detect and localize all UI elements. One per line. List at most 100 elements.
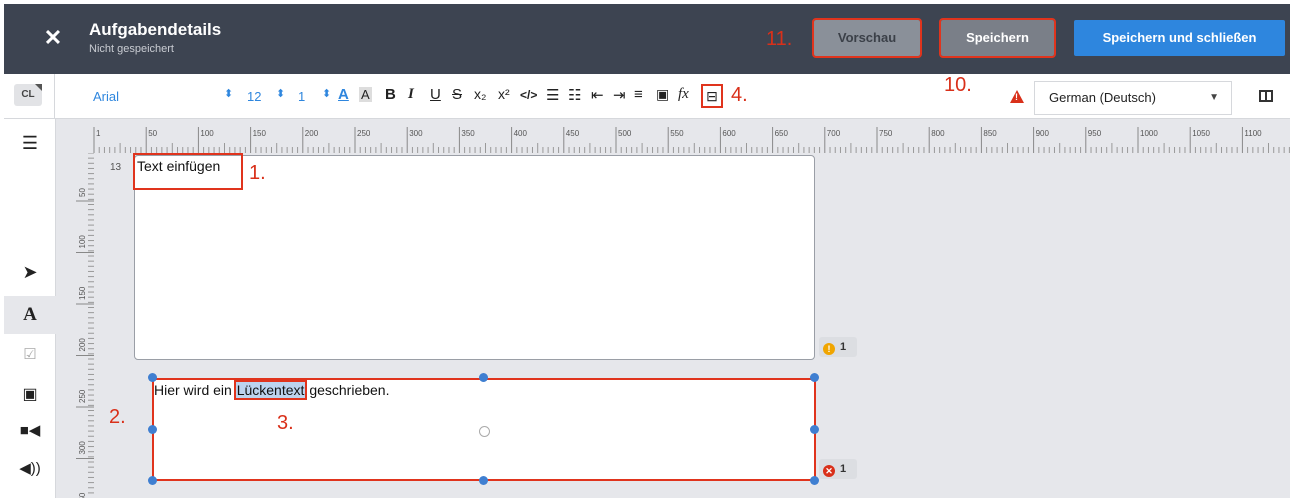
formula-icon[interactable]: fx	[678, 86, 689, 103]
resize-handle-top-right[interactable]	[810, 373, 819, 382]
bold-icon[interactable]: B	[385, 86, 396, 103]
font-family-stepper-icon[interactable]: ⬍	[224, 87, 233, 100]
code-icon[interactable]: </>	[520, 88, 537, 102]
left-ruler-scale: 50 100 150 200 250 300 350	[76, 153, 94, 498]
tool-sidebar: ☰ ➤ A ☑ ▣ ■◀ ◀))	[4, 119, 56, 498]
gap-text-sentence[interactable]: Hier wird ein Lückentext geschrieben.	[154, 380, 389, 400]
left-ruler: 50 100 150 200 250 300 350	[76, 153, 94, 498]
outdent-icon[interactable]: ⇤	[591, 86, 604, 104]
ruler-tick-label: 550	[670, 129, 684, 138]
app-frame: ✕ Aufgabendetails Nicht gespeichert 11. …	[4, 4, 1290, 498]
language-select[interactable]: German (Deutsch) ▼	[1034, 81, 1232, 115]
ruler-tick-label: 1	[96, 129, 101, 138]
image-insert-icon[interactable]: ▣	[656, 86, 669, 103]
cl-button[interactable]: CL	[14, 84, 42, 106]
save-and-close-button[interactable]: Speichern und schließen	[1074, 20, 1285, 56]
language-select-value: German (Deutsch)	[1049, 90, 1156, 105]
ruler-tick-label: 150	[253, 129, 267, 138]
top-ruler-scale: 1 50 100 150 200 250 300 350 400 450 500 550 600 650 7…	[93, 127, 1290, 153]
font-size-stepper-icon[interactable]: ⬍	[276, 87, 285, 100]
ruler-tick-label: 150	[78, 286, 87, 300]
resize-handle-left[interactable]	[148, 425, 157, 434]
resize-handle-top-left[interactable]	[148, 373, 157, 382]
save-status: Nicht gespeichert	[89, 43, 174, 55]
underline-icon[interactable]: U	[430, 86, 441, 103]
page-title: Aufgabendetails	[89, 20, 222, 39]
warning-icon[interactable]: !	[1010, 90, 1024, 103]
annotation-2: 2.	[109, 406, 126, 428]
resize-handle-bottom-right[interactable]	[810, 476, 819, 485]
row-number: 13	[110, 162, 122, 173]
close-icon[interactable]: ✕	[43, 26, 63, 50]
warning-badge[interactable]: ! 1	[819, 337, 857, 357]
ruler-tick-label: 350	[461, 129, 475, 138]
checklist-icon[interactable]: ☑	[4, 345, 56, 363]
chevron-down-icon: ▼	[1209, 92, 1219, 103]
highlight-color-icon[interactable]: A	[359, 87, 372, 102]
save-button[interactable]: Speichern	[939, 18, 1056, 58]
ruler-tick-label: 650	[775, 129, 789, 138]
font-color-icon[interactable]: A	[338, 86, 349, 103]
annotation-3: 3.	[277, 412, 294, 434]
numbered-list-icon[interactable]: ☷	[568, 86, 581, 104]
indent-icon[interactable]: ⇥	[613, 86, 626, 104]
superscript-icon[interactable]: x²	[498, 86, 510, 102]
font-family-select[interactable]: Arial	[93, 89, 119, 104]
warning-badge-count: 1	[840, 341, 847, 353]
annotation-11: 11.	[766, 28, 793, 50]
subscript-icon[interactable]: x₂	[474, 86, 486, 102]
gap-word[interactable]: Lückentext	[233, 380, 308, 400]
annotation-4: 4.	[731, 84, 748, 106]
ruler-tick-label: 200	[78, 338, 87, 352]
bullet-list-icon[interactable]: ☰	[546, 86, 559, 104]
ruler-tick-label: 750	[879, 129, 893, 138]
image-icon[interactable]: ▣	[4, 384, 56, 404]
line-height-select[interactable]: 1	[298, 89, 305, 104]
ruler-tick-label: 250	[78, 389, 87, 403]
ruler-tick-label: 250	[357, 129, 371, 138]
warning-dot-icon: !	[823, 343, 835, 355]
text-tool-icon[interactable]: A	[4, 296, 56, 334]
formatting-toolbar: CL Arial ⬍ 12 ⬍ 1 ⬍ A A B I U S x₂ x² </…	[4, 74, 1290, 119]
rotate-handle[interactable]	[479, 426, 490, 437]
ruler-tick-label: 950	[1088, 129, 1102, 138]
error-badge[interactable]: ✕ 1	[819, 459, 857, 479]
strikethrough-icon[interactable]: S	[452, 86, 462, 103]
resize-handle-right[interactable]	[810, 425, 819, 434]
ruler-tick-label: 1050	[1192, 129, 1210, 138]
error-badge-count: 1	[840, 463, 847, 475]
ruler-tick-label: 300	[409, 129, 423, 138]
ruler-tick-label: 1100	[1244, 129, 1262, 138]
preview-button[interactable]: Vorschau	[812, 18, 922, 58]
outline-list-icon[interactable]: ☰	[4, 133, 56, 154]
panel-toggle-icon[interactable]	[1259, 90, 1273, 102]
ruler-tick-label: 400	[514, 129, 528, 138]
resize-handle-bottom-left[interactable]	[148, 476, 157, 485]
error-dot-icon: ✕	[823, 465, 835, 477]
ruler-tick-label: 500	[618, 129, 632, 138]
annotation-1: 1.	[249, 162, 266, 184]
ruler-tick-label: 700	[827, 129, 841, 138]
ruler-tick-label: 600	[722, 129, 736, 138]
line-height-stepper-icon[interactable]: ⬍	[322, 87, 331, 100]
ruler-tick-label: 50	[148, 129, 157, 138]
header-bar: ✕ Aufgabendetails Nicht gespeichert 11. …	[4, 4, 1290, 74]
text-placeholder[interactable]: Text einfügen	[133, 153, 243, 190]
ruler-tick-label: 100	[200, 129, 214, 138]
font-size-select[interactable]: 12	[247, 89, 261, 104]
ruler-tick-label: 450	[566, 129, 580, 138]
ruler-tick-label: 50	[78, 188, 87, 197]
ruler-tick-label: 100	[78, 235, 87, 249]
italic-icon[interactable]: I	[408, 86, 414, 103]
ruler-tick-label: 1000	[1140, 129, 1158, 138]
ruler-tick-label: 200	[305, 129, 319, 138]
gap-insert-icon[interactable]: ⊟	[701, 84, 723, 108]
ruler-tick-label: 300	[78, 441, 87, 455]
resize-handle-bottom[interactable]	[479, 476, 488, 485]
select-pointer-icon[interactable]: ➤	[4, 262, 56, 283]
video-icon[interactable]: ■◀	[4, 421, 56, 439]
align-icon[interactable]: ≡	[634, 86, 643, 103]
resize-handle-top[interactable]	[479, 373, 488, 382]
audio-icon[interactable]: ◀))	[4, 459, 56, 477]
ruler-tick-label: 900	[1036, 129, 1050, 138]
